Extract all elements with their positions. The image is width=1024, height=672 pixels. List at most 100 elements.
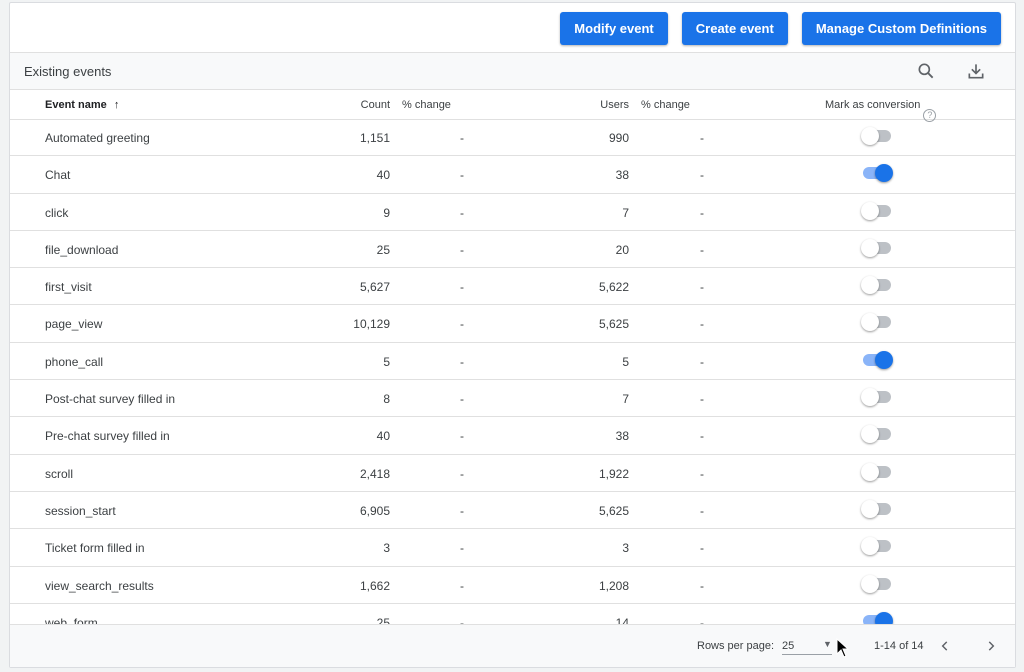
toggle-thumb xyxy=(861,462,879,481)
table-row: view_search_results 1,662 - 1,208 - xyxy=(10,567,1015,604)
count-cell: 40 xyxy=(376,429,390,444)
column-mark-as-conversion-label: Mark as conversion xyxy=(825,99,921,111)
toggle-thumb xyxy=(861,127,879,145)
users-pct-change-cell: - xyxy=(700,242,704,257)
conversion-toggle[interactable] xyxy=(861,201,893,220)
users-pct-change-cell: - xyxy=(700,466,704,481)
users-pct-change-cell: - xyxy=(700,503,704,518)
event-name-cell: Post-chat survey filled in xyxy=(45,392,176,407)
pct-change-cell: - xyxy=(460,541,464,556)
pct-change-cell: - xyxy=(460,503,464,518)
create-event-button[interactable]: Create event xyxy=(681,12,788,45)
users-cell: 5,625 xyxy=(598,317,629,332)
conversion-toggle[interactable] xyxy=(861,313,893,332)
toggle-thumb xyxy=(861,537,879,556)
users-cell: 3 xyxy=(622,541,629,556)
event-name-cell: view_search_results xyxy=(45,578,154,593)
rows-per-page-select[interactable]: 25 ▼ xyxy=(782,639,832,655)
table-row: phone_call 5 - 5 - xyxy=(10,343,1015,381)
conversion-toggle[interactable] xyxy=(861,276,893,295)
table-row: first_visit 5,627 - 5,622 - xyxy=(10,268,1015,306)
conversion-toggle[interactable] xyxy=(861,238,893,257)
count-cell: 5,627 xyxy=(359,280,390,295)
users-cell: 5,625 xyxy=(598,503,629,518)
toggle-thumb xyxy=(861,425,879,444)
conversion-toggle[interactable] xyxy=(861,388,893,407)
column-event-name[interactable]: Event name ↑ xyxy=(45,99,119,111)
pct-change-cell: - xyxy=(460,354,464,369)
users-pct-change-cell: - xyxy=(700,392,704,407)
pct-change-cell: - xyxy=(460,168,464,183)
toggle-thumb xyxy=(875,164,893,183)
rows-per-page-label: Rows per page: xyxy=(697,640,775,652)
pct-change-cell: - xyxy=(460,317,464,332)
event-name-cell: click xyxy=(45,205,69,220)
table-row: scroll 2,418 - 1,922 - xyxy=(10,455,1015,492)
conversion-toggle[interactable] xyxy=(863,350,893,369)
event-name-cell: phone_call xyxy=(45,354,104,369)
conversion-toggle[interactable] xyxy=(861,574,893,593)
users-cell: 5,622 xyxy=(598,280,629,295)
event-name-cell: Chat xyxy=(45,168,71,183)
event-name-cell: file_download xyxy=(45,242,119,257)
users-cell: 1,208 xyxy=(598,578,629,593)
previous-page-icon[interactable] xyxy=(938,639,952,653)
event-name-cell: session_start xyxy=(45,503,116,518)
users-cell: 5 xyxy=(622,354,629,369)
download-icon[interactable] xyxy=(966,61,986,81)
count-cell: 25 xyxy=(376,242,390,257)
table-row: page_view 10,129 - 5,625 - xyxy=(10,305,1015,343)
column-pct-change-users[interactable]: % change xyxy=(641,99,690,111)
users-pct-change-cell: - xyxy=(700,578,704,593)
users-pct-change-cell: - xyxy=(700,541,704,556)
count-cell: 10,129 xyxy=(353,317,390,332)
conversion-toggle[interactable] xyxy=(863,164,893,183)
search-icon[interactable] xyxy=(916,61,936,81)
table-row: Ticket form filled in 3 - 3 - xyxy=(10,529,1015,567)
pct-change-cell: - xyxy=(460,131,464,145)
next-page-icon[interactable] xyxy=(984,639,998,653)
users-cell: 1,922 xyxy=(598,466,629,481)
event-name-cell: Automated greeting xyxy=(45,131,150,145)
events-table-body: Automated greeting 1,151-990- Chat 40-38- cl… xyxy=(10,119,1015,642)
table-row: click 9 - 7 - xyxy=(10,194,1015,231)
toggle-thumb xyxy=(875,350,893,369)
column-headers: Event name ↑ Count % change Users % chan… xyxy=(10,89,1015,122)
pct-change-cell: - xyxy=(460,205,464,220)
users-pct-change-cell: - xyxy=(700,429,704,444)
manage-custom-definitions-button[interactable]: Manage Custom Definitions xyxy=(801,12,1001,45)
users-pct-change-cell: - xyxy=(700,354,704,369)
table-row: Post-chat survey filled in 8 - 7 - xyxy=(10,380,1015,418)
event-name-cell: scroll xyxy=(45,466,74,481)
pct-change-cell: - xyxy=(460,242,464,257)
conversion-toggle[interactable] xyxy=(861,537,893,556)
table-title: Existing events xyxy=(24,64,112,79)
mouse-cursor-icon xyxy=(836,638,850,658)
table-row: Chat 40 - 38 - xyxy=(10,156,1015,194)
conversion-toggle[interactable] xyxy=(861,462,893,481)
pct-change-cell: - xyxy=(460,578,464,593)
column-pct-change[interactable]: % change xyxy=(402,99,451,111)
table-header-bar: Existing events xyxy=(10,52,1015,90)
conversion-toggle[interactable] xyxy=(861,425,893,444)
column-count[interactable]: Count xyxy=(361,99,390,111)
conversion-toggle[interactable] xyxy=(861,499,893,518)
action-toolbar: Modify event Create event Manage Custom … xyxy=(560,12,1001,45)
count-cell: 9 xyxy=(383,205,390,220)
event-name-cell: first_visit xyxy=(45,280,92,295)
users-pct-change-cell: - xyxy=(700,280,704,295)
count-cell: 6,905 xyxy=(359,503,390,518)
count-cell: 40 xyxy=(376,168,390,183)
pct-change-cell: - xyxy=(460,466,464,481)
modify-event-button[interactable]: Modify event xyxy=(560,12,668,45)
column-users[interactable]: Users xyxy=(600,99,629,111)
column-mark-as-conversion: Mark as conversion? xyxy=(825,99,937,122)
pct-change-cell: - xyxy=(460,429,464,444)
sort-ascending-icon: ↑ xyxy=(113,99,120,111)
users-cell: 990 xyxy=(608,131,629,145)
users-cell: 38 xyxy=(615,168,629,183)
toggle-thumb xyxy=(861,388,879,407)
conversion-toggle[interactable] xyxy=(861,127,893,145)
users-cell: 20 xyxy=(615,242,629,257)
table-row: Automated greeting 1,151 - 990 - xyxy=(10,119,1015,157)
